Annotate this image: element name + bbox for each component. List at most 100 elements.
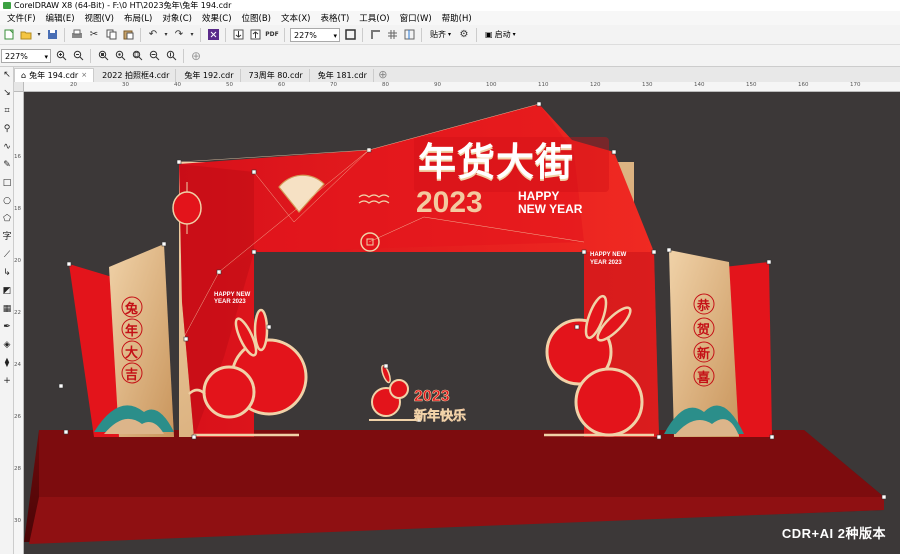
- interactive-fill-icon[interactable]: ◈: [1, 339, 13, 351]
- left-board-char-3: 大: [125, 346, 139, 361]
- menu-edit[interactable]: 编辑(E): [41, 12, 80, 24]
- redo-dropdown-icon[interactable]: ▾: [189, 28, 195, 42]
- options-gear-icon[interactable]: ⚙: [457, 28, 471, 42]
- left-board-char-4: 吉: [125, 368, 139, 383]
- snap-to-dropdown[interactable]: 贴齐 ▾: [427, 29, 454, 40]
- menu-text[interactable]: 文本(X): [276, 12, 315, 24]
- show-grid-icon[interactable]: [385, 28, 399, 42]
- zoom-to-all-objects-icon[interactable]: [113, 49, 127, 63]
- application-launcher-dropdown[interactable]: ▣ 启动 ▾: [482, 29, 519, 40]
- zoom-to-page-icon[interactable]: [130, 49, 144, 63]
- zoom-tool-icon[interactable]: ⚲: [1, 123, 13, 135]
- ruler-mark: 60: [278, 82, 285, 88]
- cut-icon[interactable]: ✂: [87, 28, 101, 42]
- rectangle-tool-icon[interactable]: □: [1, 177, 13, 189]
- tab-label: 兔年 192.cdr: [184, 71, 234, 80]
- parallel-dimension-icon[interactable]: ⟋: [1, 249, 13, 261]
- chevron-down-icon: ▾: [448, 31, 452, 38]
- redo-icon[interactable]: ↷: [172, 28, 186, 42]
- menu-layout[interactable]: 布局(L): [119, 12, 157, 24]
- export-icon[interactable]: [248, 28, 262, 42]
- search-content-icon[interactable]: [206, 28, 220, 42]
- new-tab-icon[interactable]: ⊕: [376, 69, 390, 82]
- ruler-mark: 16: [14, 154, 21, 160]
- menu-file[interactable]: 文件(F): [2, 12, 41, 24]
- menu-view[interactable]: 视图(V): [80, 12, 119, 24]
- tab-document-5[interactable]: 兔年 181.cdr: [312, 69, 374, 82]
- freehand-tool-icon[interactable]: ∿: [1, 141, 13, 153]
- window-title: CorelDRAW X8 (64-Bit) - F:\0 HT\2023兔年\兔…: [14, 1, 232, 10]
- zoom-to-page-height-icon[interactable]: [164, 49, 178, 63]
- ruler-mark: 140: [694, 82, 705, 88]
- zoom-out-icon[interactable]: [71, 49, 85, 63]
- menu-bitmaps[interactable]: 位图(B): [237, 12, 276, 24]
- transparency-tool-icon[interactable]: ▦: [1, 303, 13, 315]
- add-preset-icon[interactable]: ⊕: [189, 49, 203, 63]
- show-guidelines-icon[interactable]: [402, 28, 416, 42]
- print-icon[interactable]: [70, 28, 84, 42]
- new-document-icon[interactable]: [2, 28, 16, 42]
- ruler-mark: 20: [70, 82, 77, 88]
- ruler-mark: 80: [382, 82, 389, 88]
- small-happy-right: HAPPY NEW: [590, 252, 627, 258]
- menu-object[interactable]: 对象(C): [157, 12, 197, 24]
- open-dropdown-icon[interactable]: ▾: [36, 28, 42, 42]
- menu-effects[interactable]: 效果(C): [197, 12, 237, 24]
- ellipse-tool-icon[interactable]: ○: [1, 195, 13, 207]
- right-board-char-2: 贺: [697, 323, 711, 338]
- ruler-origin[interactable]: [14, 82, 24, 92]
- text-tool-icon[interactable]: 字: [1, 231, 13, 243]
- show-rulers-icon[interactable]: [368, 28, 382, 42]
- full-screen-icon[interactable]: [343, 28, 357, 42]
- ruler-mark: 120: [590, 82, 601, 88]
- add-tool-icon[interactable]: +: [1, 375, 13, 387]
- vertical-ruler[interactable]: 161820222426283032: [14, 92, 24, 554]
- zoom-levels-value: 227%: [5, 51, 28, 61]
- connector-tool-icon[interactable]: ↳: [1, 267, 13, 279]
- center-greeting: 新年快乐: [414, 409, 467, 425]
- color-eyedropper-icon[interactable]: ✒: [1, 321, 13, 333]
- ruler-mark: 110: [538, 82, 549, 88]
- polygon-tool-icon[interactable]: ⬠: [1, 213, 13, 225]
- shape-tool-icon[interactable]: ↘: [1, 87, 13, 99]
- smart-fill-icon[interactable]: ⧫: [1, 357, 13, 369]
- menu-window[interactable]: 窗口(W): [395, 12, 437, 24]
- import-icon[interactable]: [231, 28, 245, 42]
- zoom-to-selected-icon[interactable]: [96, 49, 110, 63]
- undo-dropdown-icon[interactable]: ▾: [163, 28, 169, 42]
- menu-help[interactable]: 帮助(H): [437, 12, 477, 24]
- tab-document-4[interactable]: 73周年 80.cdr: [243, 69, 310, 82]
- zoom-to-page-width-icon[interactable]: [147, 49, 161, 63]
- crop-tool-icon[interactable]: ⌗: [1, 105, 13, 117]
- toolbar-separator: [284, 27, 285, 42]
- paste-icon[interactable]: [121, 28, 135, 42]
- undo-icon[interactable]: ↶: [146, 28, 160, 42]
- drawing-canvas[interactable]: 年货大街 2023 HAPPY NEW YEAR HAPPY NEW YEAR …: [24, 92, 900, 554]
- horizontal-ruler[interactable]: 20 30 40 50 60 70 80 90 100 110 120 130 140 150 160 170…: [24, 82, 900, 92]
- menu-tools[interactable]: 工具(O): [354, 12, 394, 24]
- zoom-in-icon[interactable]: [54, 49, 68, 63]
- copy-icon[interactable]: [104, 28, 118, 42]
- launcher-label: 启动: [494, 30, 511, 39]
- zoom-level-combo[interactable]: 227% ▾: [290, 27, 340, 42]
- ruler-mark: 160: [798, 82, 809, 88]
- ruler-mark: 130: [642, 82, 653, 88]
- menu-table[interactable]: 表格(T): [315, 12, 354, 24]
- ruler-mark: 28: [14, 466, 21, 472]
- open-folder-icon[interactable]: [19, 28, 33, 42]
- publish-pdf-icon[interactable]: PDF: [265, 28, 279, 42]
- zoom-levels-combo[interactable]: 227% ▾: [1, 48, 51, 63]
- pick-tool-icon[interactable]: ↖: [1, 69, 13, 81]
- drop-shadow-icon[interactable]: ◩: [1, 285, 13, 297]
- ruler-mark: 150: [746, 82, 757, 88]
- tab-document-2[interactable]: 2022 拍照框4.cdr: [96, 69, 177, 82]
- close-icon[interactable]: ×: [81, 69, 87, 82]
- save-icon[interactable]: [45, 28, 59, 42]
- tab-document-1[interactable]: ⌂ 兔年 194.cdr ×: [14, 68, 95, 82]
- tab-document-3[interactable]: 兔年 192.cdr: [178, 69, 241, 82]
- zoom-level-value: 227%: [294, 30, 317, 40]
- ruler-mark: 30: [122, 82, 129, 88]
- artistic-media-icon[interactable]: ✎: [1, 159, 13, 171]
- ruler-mark: 90: [434, 82, 441, 88]
- chevron-down-icon: ▾: [512, 31, 516, 38]
